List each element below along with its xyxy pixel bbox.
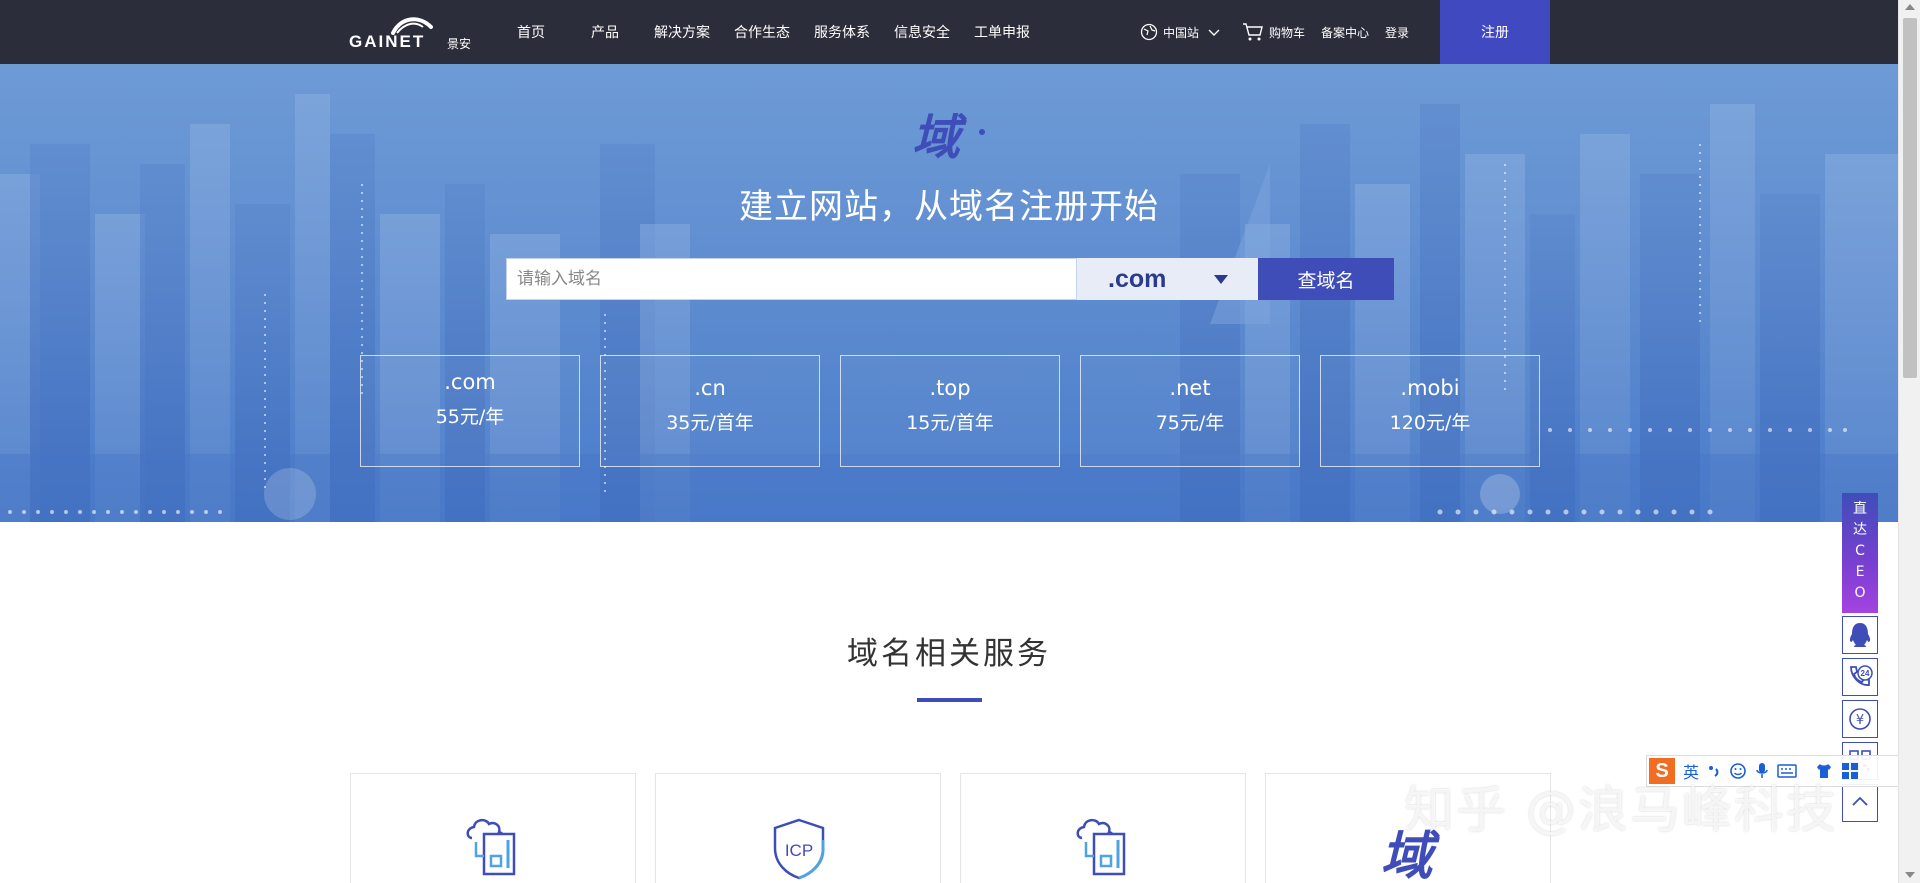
user-nav: 中国站 购物车 备案中心 登录 bbox=[1140, 0, 1425, 64]
tld-card-net[interactable]: .net 75元/年 bbox=[1080, 355, 1300, 467]
tld-price: 35元/首年 bbox=[666, 412, 754, 434]
tld-name: .net bbox=[1169, 376, 1211, 400]
title-underline bbox=[917, 698, 982, 702]
register-button[interactable]: 注册 bbox=[1440, 0, 1550, 64]
top-navigation-bar: GAINET 景安 首页 产品 解决方案 合作生态 服务体系 信息安全 工单申报… bbox=[0, 0, 1898, 64]
direct-ceo-button[interactable]: 直 达 C E O bbox=[1842, 493, 1878, 613]
scroll-down-arrow-icon[interactable] bbox=[1905, 872, 1915, 878]
tld-price-list: .com 55元/年 .cn 35元/首年 .top 15元/首年 .net 7… bbox=[360, 355, 1540, 467]
cloud-document-icon bbox=[1076, 818, 1126, 876]
nav-info-security[interactable]: 信息安全 bbox=[893, 22, 951, 42]
arrow-up-icon bbox=[1852, 796, 1868, 806]
nav-ecosystem[interactable]: 合作生态 bbox=[733, 22, 791, 42]
nav-home[interactable]: 首页 bbox=[505, 22, 557, 42]
tld-price: 120元/年 bbox=[1389, 412, 1471, 434]
tld-card-mobi[interactable]: .mobi 120元/年 bbox=[1320, 355, 1540, 467]
tld-price: 15元/首年 bbox=[906, 412, 994, 434]
domain-search-bar: .com 查域名 bbox=[506, 258, 1394, 300]
domain-search-input[interactable] bbox=[506, 258, 1077, 300]
domain-glyph-text: 域 bbox=[912, 110, 967, 166]
shopping-cart-icon bbox=[1243, 23, 1263, 41]
gainet-logo[interactable]: GAINET 景安 bbox=[349, 15, 479, 51]
service-card[interactable]: ICP bbox=[655, 773, 941, 883]
filing-center-label: 备案中心 bbox=[1321, 25, 1370, 40]
main-nav: 首页 产品 解决方案 合作生态 服务体系 信息安全 工单申报 bbox=[505, 0, 1053, 64]
nav-solutions[interactable]: 解决方案 bbox=[653, 22, 711, 42]
login-link[interactable]: 登录 bbox=[1385, 24, 1409, 41]
scrollbar-thumb[interactable] bbox=[1903, 18, 1917, 378]
region-label: 中国站 bbox=[1163, 25, 1200, 40]
globe-icon bbox=[1140, 23, 1158, 41]
tld-dropdown[interactable]: .com bbox=[1077, 258, 1258, 300]
login-label: 登录 bbox=[1385, 25, 1410, 40]
hero-banner: 域 建立网站，从域名注册开始 .com 查域名 .com 55元/年 .cn 3… bbox=[0, 64, 1898, 522]
nav-products[interactable]: 产品 bbox=[579, 22, 631, 42]
ceo-char: 直 bbox=[1853, 501, 1867, 517]
back-to-top-button[interactable] bbox=[1842, 784, 1878, 822]
nav-service-system[interactable]: 服务体系 bbox=[813, 22, 871, 42]
pricing-button[interactable]: ¥ bbox=[1842, 700, 1878, 738]
search-domain-button[interactable]: 查域名 bbox=[1258, 258, 1394, 300]
tld-card-com[interactable]: .com 55元/年 bbox=[360, 355, 580, 467]
qq-contact-button[interactable] bbox=[1842, 616, 1878, 654]
domain-glyph-logo: 域 bbox=[912, 110, 985, 166]
tld-price: 75元/年 bbox=[1155, 412, 1225, 434]
ime-toolbox-icon[interactable] bbox=[1841, 762, 1859, 780]
tld-card-top[interactable]: .top 15元/首年 bbox=[840, 355, 1060, 467]
tld-name: .com bbox=[444, 370, 496, 394]
filing-center-link[interactable]: 备案中心 bbox=[1321, 24, 1369, 41]
nav-ticket[interactable]: 工单申报 bbox=[973, 22, 1031, 42]
hero-title: 建立网站，从域名注册开始 bbox=[739, 187, 1159, 227]
service-card[interactable] bbox=[350, 773, 636, 883]
hotline-badge: 24 bbox=[1861, 669, 1870, 678]
logo-chinese-name: 景安 bbox=[447, 37, 472, 51]
chevron-down-icon bbox=[1208, 29, 1220, 36]
ceo-char: 达 bbox=[1853, 522, 1867, 538]
tld-card-cn[interactable]: .cn 35元/首年 bbox=[600, 355, 820, 467]
tld-price: 55元/年 bbox=[435, 406, 505, 428]
cart-link[interactable]: 购物车 bbox=[1242, 22, 1305, 42]
ceo-char: C bbox=[1855, 543, 1865, 559]
cart-label: 购物车 bbox=[1269, 25, 1306, 40]
yuan-symbol: ¥ bbox=[1856, 713, 1864, 728]
tld-name: .mobi bbox=[1400, 376, 1460, 400]
phone-24h-icon: 24 bbox=[1850, 665, 1873, 686]
yuan-coin-icon: ¥ bbox=[1849, 708, 1871, 730]
24h-hotline-button[interactable]: 24 bbox=[1842, 658, 1878, 696]
dropdown-arrow-icon bbox=[1214, 275, 1228, 284]
qq-penguin-icon bbox=[1849, 623, 1871, 647]
tld-selected-value: .com bbox=[1108, 264, 1167, 293]
ceo-char: O bbox=[1854, 585, 1866, 601]
services-section-title: 域名相关服务 bbox=[847, 636, 1051, 672]
region-selector[interactable]: 中国站 bbox=[1140, 23, 1226, 41]
icp-shield-icon: ICP bbox=[773, 818, 825, 880]
scroll-up-arrow-icon[interactable] bbox=[1905, 4, 1915, 10]
zhihu-watermark: 知乎 @浪马峰科技 bbox=[1404, 781, 1838, 839]
ceo-char: E bbox=[1855, 564, 1865, 580]
page-scrollbar[interactable] bbox=[1898, 0, 1920, 883]
service-card[interactable] bbox=[960, 773, 1246, 883]
cloud-document-icon bbox=[466, 818, 516, 876]
tld-name: .top bbox=[929, 376, 971, 400]
icp-label: ICP bbox=[785, 841, 813, 860]
tld-name: .cn bbox=[694, 376, 726, 400]
logo-text: GAINET bbox=[349, 32, 426, 51]
